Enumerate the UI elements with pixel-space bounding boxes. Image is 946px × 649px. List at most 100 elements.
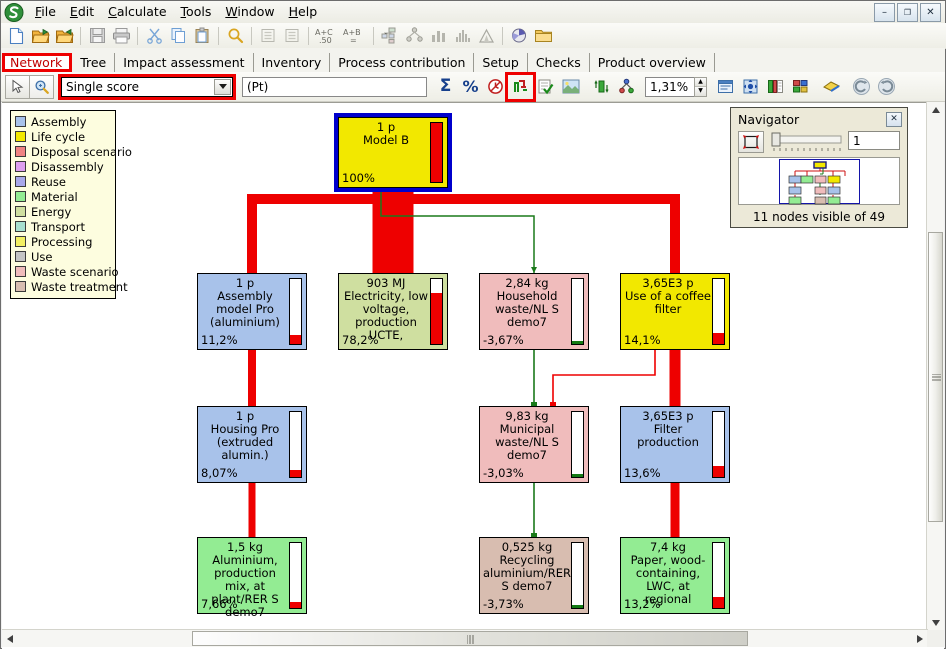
node-name-filter-production: Filter production (623, 423, 713, 449)
navigator-panel[interactable]: Navigator ✕ (730, 107, 908, 228)
indent-left-icon[interactable] (256, 24, 280, 47)
zoom-magnifier-icon[interactable] (29, 75, 54, 99)
network-node-aluminium-production-mix[interactable]: 1,5 kg Aluminium, production mix, at pla… (197, 537, 307, 614)
network-canvas-wrapper[interactable]: Assembly Life cycle Disposal scenario Di… (2, 102, 944, 649)
horizontal-scroll-thumb[interactable] (192, 631, 748, 646)
tree-layout-button[interactable] (614, 75, 639, 99)
zoom-stepper-up[interactable]: ▲ (695, 78, 706, 88)
image-button[interactable] (558, 75, 583, 99)
network-node-filter-production[interactable]: 3,65E3 p Filter production 13,6% (620, 406, 730, 483)
navigator-close-icon[interactable]: ✕ (886, 112, 902, 127)
bar-legend-button[interactable] (763, 75, 788, 99)
magnifier-icon[interactable] (223, 24, 247, 47)
menu-file[interactable]: File (28, 2, 63, 22)
network-node-recycling-aluminium[interactable]: 0,525 kg Recycling aluminium/RER S demo7… (479, 537, 589, 614)
tab-network[interactable]: Network (2, 53, 72, 72)
minimize-button[interactable]: – (874, 3, 895, 22)
menu-calculate[interactable]: Calculate (101, 2, 173, 22)
tab-impact-assessment[interactable]: Impact assessment (115, 53, 253, 72)
sum-sigma-button[interactable]: Σ (433, 75, 458, 99)
export-folder-icon[interactable] (52, 24, 76, 47)
cut-scissors-icon[interactable] (142, 24, 166, 47)
menu-help[interactable]: Help (282, 2, 325, 22)
tab-process-contribution[interactable]: Process contribution (330, 53, 474, 72)
print-icon[interactable] (109, 24, 133, 47)
network-node-model-b[interactable]: 1 p Model B 100% (334, 113, 452, 192)
paste-icon[interactable] (190, 24, 214, 47)
network-node-housing-pro[interactable]: 1 p Housing Pro (extruded alumin.) 8,07% (197, 406, 307, 483)
network-node-household-waste-nl[interactable]: 2,84 kg Household waste/NL S demo7 -3,67… (479, 273, 589, 350)
legend-swatch-transport (15, 221, 26, 232)
close-button[interactable]: ✕ (920, 3, 941, 22)
new-document-icon[interactable] (4, 24, 28, 47)
pie-chart-icon[interactable] (507, 24, 531, 47)
network-node-use-of-coffee-filter[interactable]: 3,65E3 p Use of a coffee filter 14,1% (620, 273, 730, 350)
cutoff-clock-button[interactable] (483, 75, 508, 99)
a-plus-c-50-icon[interactable]: A+C.50 (313, 24, 341, 47)
legend-label-processing: Processing (31, 235, 92, 249)
network-node-assembly-model-pro[interactable]: 1 p Assembly model Pro (aluminium) 11,2% (197, 273, 307, 350)
node-text-recycling-aluminium: 0,525 kg Recycling aluminium/RER S demo7 (482, 541, 572, 593)
zoom-field[interactable]: 1,31% (645, 77, 695, 97)
pointer-arrow-icon[interactable] (5, 75, 30, 99)
zoom-stepper[interactable]: ▲ ▼ (694, 77, 707, 97)
grid-layout-button[interactable] (788, 75, 813, 99)
check-list-button[interactable] (533, 75, 558, 99)
back-button[interactable] (849, 75, 874, 99)
open-library-icon[interactable] (531, 24, 555, 47)
network-control-bar: Single score (Pt) Σ % (1, 72, 945, 102)
scroll-right-arrow-icon[interactable] (912, 630, 928, 647)
histogram-icon[interactable] (450, 24, 474, 47)
highlight-button[interactable] (819, 75, 844, 99)
percent-button[interactable]: % (458, 75, 483, 99)
menu-edit[interactable]: Edit (63, 2, 101, 22)
legend-swatch-processing (15, 236, 26, 247)
sort-vertical-button[interactable] (589, 75, 614, 99)
navigator-minimap[interactable] (738, 157, 900, 205)
navigator-zoom-field[interactable]: 1 (848, 131, 900, 150)
indent-right-icon[interactable] (280, 24, 304, 47)
menu-tools[interactable]: Tools (174, 2, 219, 22)
horizontal-scrollbar[interactable] (2, 629, 928, 647)
tab-setup[interactable]: Setup (474, 53, 527, 72)
process-tree-icon[interactable] (378, 24, 402, 47)
bar-chart-icon[interactable] (426, 24, 450, 47)
network-node-electricity-low-voltage[interactable]: 903 MJ Electricity, low voltage, product… (338, 273, 448, 350)
network-canvas[interactable]: Assembly Life cycle Disposal scenario Di… (2, 103, 918, 621)
a-plus-b-equals-icon[interactable]: A+B= (341, 24, 369, 47)
zoom-stepper-down[interactable]: ▼ (695, 87, 706, 96)
forward-button[interactable] (874, 75, 899, 99)
copy-icon[interactable] (166, 24, 190, 47)
tab-inventory[interactable]: Inventory (254, 53, 331, 72)
vertical-scroll-thumb[interactable] (928, 232, 943, 522)
scroll-down-arrow-icon[interactable] (927, 615, 944, 631)
tab-tree[interactable]: Tree (72, 53, 115, 72)
node-text-filter-production: 3,65E3 p Filter production (623, 410, 713, 449)
navigator-zoom-slider[interactable] (770, 132, 842, 152)
save-icon[interactable] (85, 24, 109, 47)
show-links-button[interactable] (508, 75, 533, 99)
network-nodes-icon[interactable] (402, 24, 426, 47)
vertical-scrollbar[interactable] (926, 102, 944, 631)
chevron-down-icon[interactable] (214, 79, 231, 95)
node-bar-fill-use-of-coffee-filter (713, 333, 724, 344)
unit-field[interactable]: (Pt) (242, 77, 427, 97)
scroll-up-arrow-icon[interactable] (927, 102, 944, 118)
distribution-icon[interactable] (474, 24, 498, 47)
restore-button[interactable]: ❐ (897, 3, 918, 22)
scroll-left-arrow-icon[interactable] (2, 630, 18, 647)
network-node-paper-wood-containing[interactable]: 7,4 kg Paper, wood-containing, LWC, at r… (620, 537, 730, 614)
fit-to-window-icon[interactable] (738, 131, 764, 153)
open-folder-icon[interactable] (28, 24, 52, 47)
menu-window[interactable]: Window (218, 2, 281, 22)
tab-checks[interactable]: Checks (528, 53, 590, 72)
indicator-select[interactable]: Single score (61, 77, 233, 97)
network-node-municipal-waste-nl[interactable]: 9,83 kg Municipal waste/NL S demo7 -3,03… (479, 406, 589, 483)
toolbar-separator (218, 27, 219, 45)
tab-product-overview[interactable]: Product overview (590, 53, 715, 72)
node-name-recycling-aluminium: Recycling aluminium/RER S demo7 (482, 554, 572, 593)
center-node-button[interactable] (738, 75, 763, 99)
node-name-municipal-waste-nl: Municipal waste/NL S demo7 (482, 423, 572, 462)
node-percent-municipal-waste-nl: -3,03% (483, 466, 524, 480)
legend-panel-button[interactable] (713, 75, 738, 99)
